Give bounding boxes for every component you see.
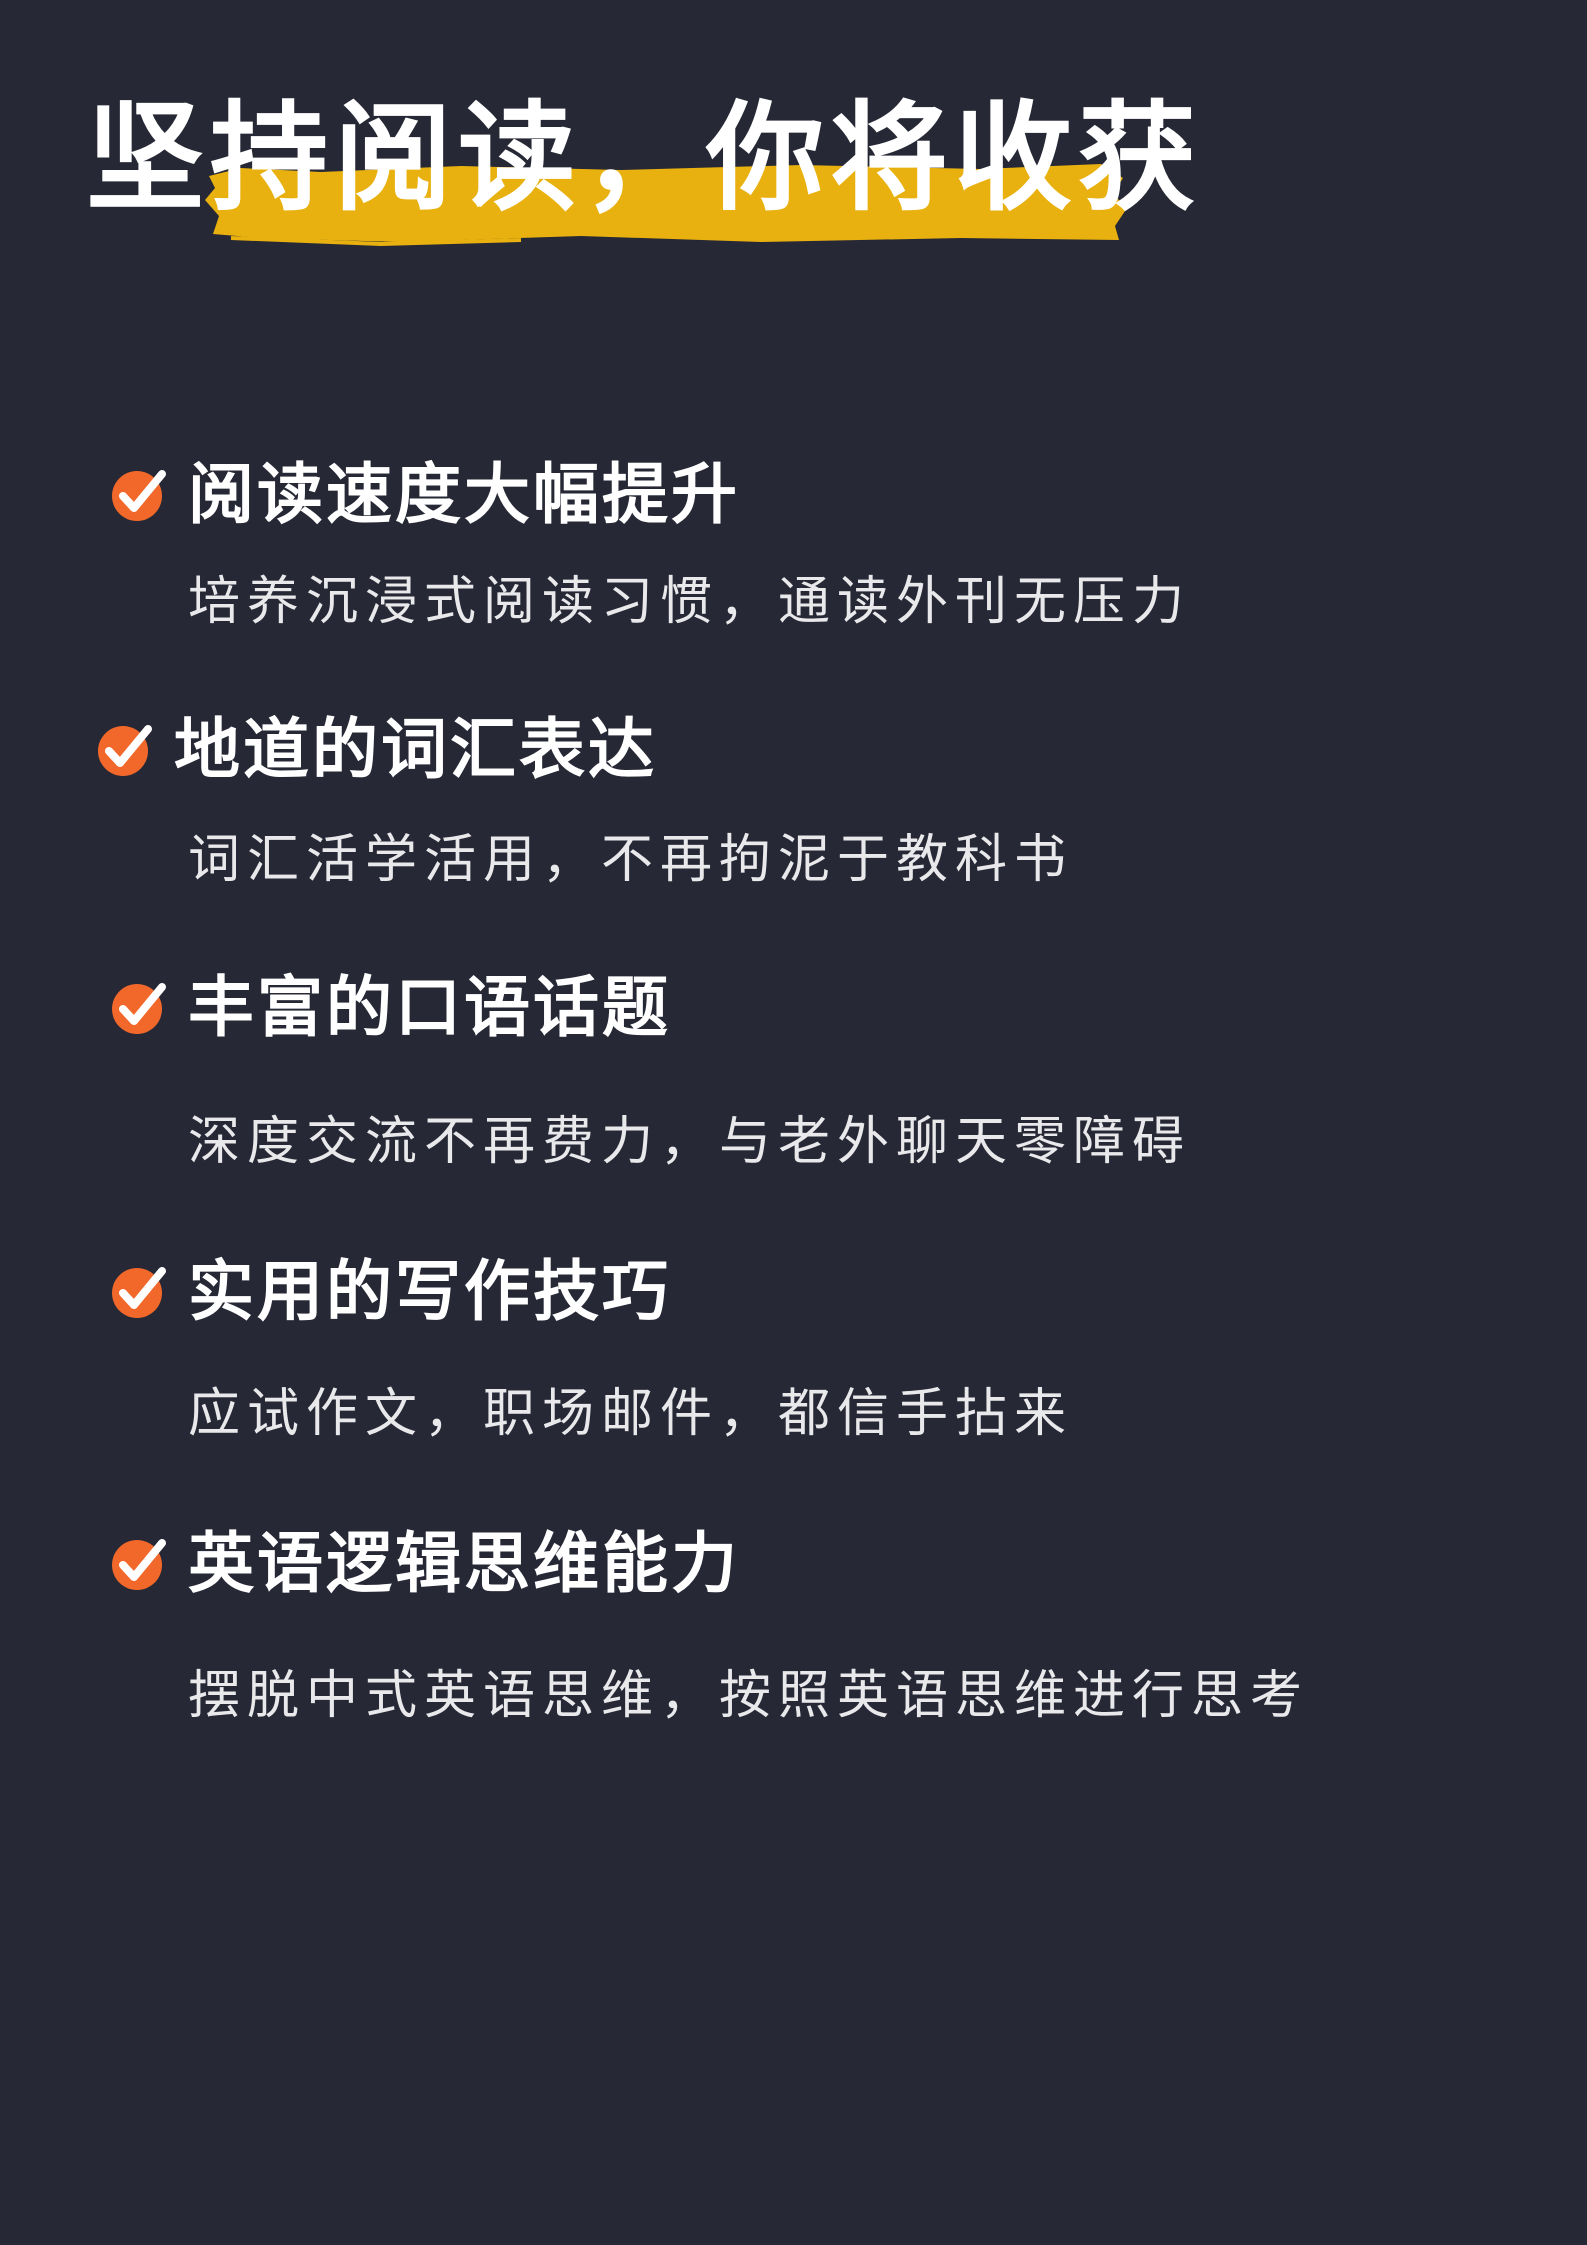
benefit-title: 实用的写作技巧: [188, 1253, 671, 1330]
check-badge-icon: [98, 725, 152, 776]
benefit-title: 丰富的口语话题: [188, 969, 671, 1046]
benefit-description: 词汇活学活用，不再拘泥于教科书: [188, 830, 1074, 890]
check-badge-icon: [112, 1539, 166, 1590]
check-badge-icon: [112, 983, 166, 1034]
check-badge-icon: [112, 470, 166, 521]
benefit-title: 阅读速度大幅提升: [188, 456, 740, 533]
benefit-list: 阅读速度大幅提升 培养沉浸式阅读习惯，通读外刊无压力 地道的词汇表达 词汇活学活…: [0, 0, 1587, 2245]
benefit-title: 英语逻辑思维能力: [188, 1525, 740, 1602]
benefit-description: 应试作文，职场邮件，都信手拈来: [188, 1384, 1074, 1444]
check-badge-icon: [112, 1267, 166, 1318]
benefit-description: 摆脱中式英语思维，按照英语思维进行思考: [188, 1666, 1310, 1726]
benefit-description: 培养沉浸式阅读习惯，通读外刊无压力: [188, 572, 1192, 632]
benefit-title: 地道的词汇表达: [174, 711, 657, 788]
benefit-description: 深度交流不再费力，与老外聊天零障碍: [188, 1112, 1192, 1172]
